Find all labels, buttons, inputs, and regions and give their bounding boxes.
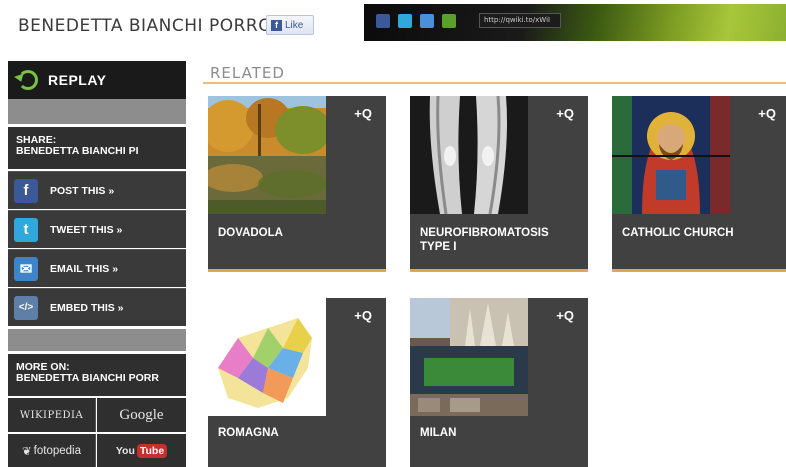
embed-icon: </>: [14, 295, 38, 320]
like-label: Like: [285, 19, 304, 31]
related-card-catholic-church[interactable]: +Q CATHOLIC CHURCH: [612, 96, 786, 272]
more-on-subject: BENEDETTA BIANCHI PORR: [16, 372, 159, 384]
replay-button[interactable]: REPLAY: [8, 61, 186, 99]
fotopedia-link[interactable]: ❦ fotopedia: [8, 434, 96, 467]
more-on-heading: MORE ON: BENEDETTA BIANCHI PORR: [8, 354, 186, 396]
related-card-dovadola[interactable]: +Q DOVADOLA: [208, 96, 386, 272]
email-share-icon[interactable]: [420, 14, 434, 28]
card-title: ROMAGNA: [218, 427, 279, 439]
romagna-thumbnail: [208, 298, 326, 416]
share-subject: BENEDETTA BIANCHI PI: [16, 145, 139, 157]
google-logo: Google: [119, 406, 164, 423]
facebook-icon: f: [271, 19, 282, 31]
card-title: NEUROFIBROMATOSIS TYPE I: [420, 227, 549, 253]
email-this-label: EMAIL THIS »: [50, 262, 119, 275]
related-card-milan[interactable]: +Q MILAN: [410, 298, 588, 467]
wikipedia-link[interactable]: WIKIPEDIA: [8, 398, 96, 432]
share-heading: SHARE: BENEDETTA BIANCHI PI: [8, 127, 186, 169]
replay-label: REPLAY: [48, 72, 107, 88]
google-link[interactable]: Google: [97, 398, 186, 432]
share-url-field[interactable]: http://qwiki.to/xWiI: [479, 13, 561, 28]
related-heading: RELATED: [210, 64, 285, 82]
twitter-icon: t: [14, 217, 38, 242]
facebook-icon: f: [14, 178, 38, 203]
sidebar-divider: [8, 329, 186, 351]
embed-this-label: EMBED THIS »: [50, 301, 124, 314]
neurofibromatosis-thumbnail: [410, 96, 528, 214]
sidebar-divider: [8, 99, 186, 124]
page-title: BENEDETTA BIANCHI PORRO: [18, 16, 273, 36]
card-title: CATHOLIC CHURCH: [622, 227, 734, 239]
card-title: MILAN: [420, 427, 457, 439]
fotopedia-logo: fotopedia: [33, 445, 81, 457]
zoom-icon[interactable]: +Q: [556, 308, 574, 323]
email-icon: ✉: [14, 256, 38, 281]
sidebar: REPLAY SHARE: BENEDETTA BIANCHI PI f POS…: [8, 61, 186, 467]
tweet-this-label: TWEET THIS »: [50, 223, 123, 236]
post-this-button[interactable]: f POST THIS »: [8, 171, 186, 209]
dovadola-thumbnail: [208, 96, 326, 214]
youtube-logo-you: You: [115, 445, 135, 457]
fotopedia-icon: ❦: [22, 446, 32, 458]
zoom-icon[interactable]: +Q: [354, 106, 372, 121]
replay-icon: [18, 70, 38, 90]
related-card-romagna[interactable]: +Q ROMAGNA: [208, 298, 386, 467]
catholic-church-thumbnail: [612, 96, 730, 214]
tweet-this-button[interactable]: t TWEET THIS »: [8, 210, 186, 248]
related-card-neurofibromatosis[interactable]: +Q NEUROFIBROMATOSIS TYPE I: [410, 96, 588, 272]
embed-this-button[interactable]: </> EMBED THIS »: [8, 288, 186, 326]
zoom-icon[interactable]: +Q: [556, 106, 574, 121]
youtube-link[interactable]: You Tube: [97, 434, 186, 467]
facebook-share-icon[interactable]: [376, 14, 390, 28]
share-bar: http://qwiki.to/xWiI: [364, 4, 786, 41]
zoom-icon[interactable]: +Q: [758, 106, 776, 121]
post-this-label: POST THIS »: [50, 184, 115, 197]
milan-thumbnail: [410, 298, 528, 416]
email-this-button[interactable]: ✉ EMAIL THIS »: [8, 249, 186, 287]
wikipedia-logo: WIKIPEDIA: [19, 409, 84, 421]
zoom-icon[interactable]: +Q: [354, 308, 372, 323]
youtube-logo-tube: Tube: [136, 444, 168, 458]
facebook-like-button[interactable]: f Like: [266, 15, 314, 35]
related-divider: [203, 82, 786, 84]
twitter-share-icon[interactable]: [398, 14, 412, 28]
link-share-icon[interactable]: [442, 14, 456, 28]
card-title: DOVADOLA: [218, 227, 283, 239]
